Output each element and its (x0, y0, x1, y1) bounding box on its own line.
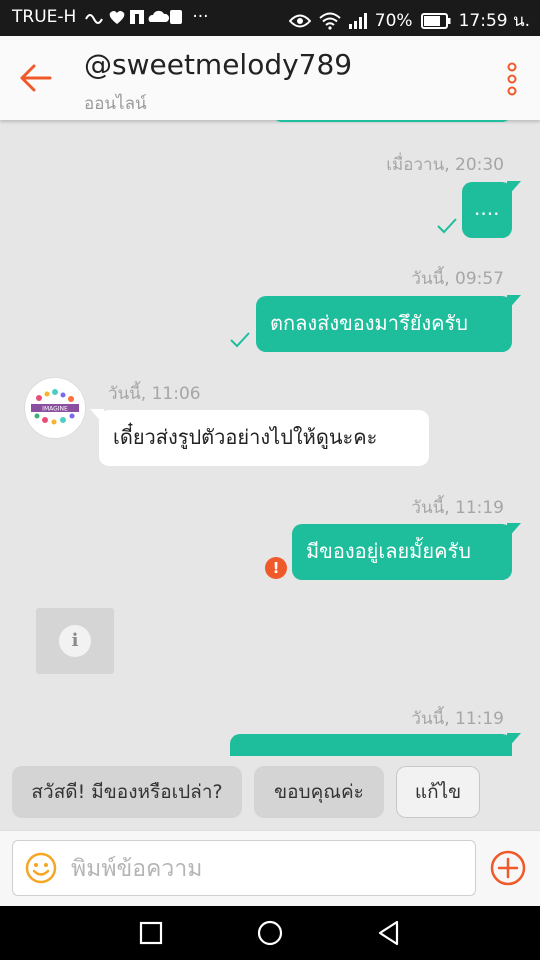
arrow-left-icon[interactable] (18, 60, 54, 96)
message-timestamp: วันนี้, 11:19 (411, 709, 504, 729)
carrier-label: TRUE-H (12, 7, 77, 27)
read-check-icon (230, 332, 250, 348)
message-timestamp: วันนี้, 09:57 (411, 269, 504, 289)
recent-apps-icon[interactable] (136, 918, 166, 948)
quick-reply-greeting[interactable]: สวัสดี! มีของหรือเปล่า? (12, 766, 242, 818)
system-nav-bar (0, 906, 540, 960)
wifi-icon (319, 12, 341, 30)
composer-bar (0, 830, 540, 907)
message-bubble-outgoing[interactable]: มีของอยู่เลยมั้ยครับ (292, 523, 521, 580)
contact-name: @sweetmelody789 (84, 48, 353, 81)
message-bubble-outgoing[interactable] (230, 733, 521, 756)
avatar-logo-text: IMAGINE (42, 406, 68, 413)
online-status: ออนไลน์ (84, 94, 147, 114)
message-field[interactable] (12, 840, 476, 896)
plus-circle-icon[interactable] (490, 850, 526, 886)
previous-message-bubble[interactable] (272, 120, 512, 122)
message-timestamp: วันนี้, 11:06 (108, 384, 201, 404)
message-input[interactable] (69, 851, 463, 887)
back-nav-icon[interactable] (374, 918, 404, 948)
quick-replies: สวัสดี! มีของหรือเปล่า? ขอบคุณค่ะ แก้ไข (0, 756, 540, 830)
eye-icon (288, 13, 311, 29)
status-bar: TRUE-H ··· 70% 17:59 น. (0, 0, 540, 36)
chat-header: @sweetmelody789 ออนไลน์ (0, 36, 540, 120)
message-bubble-outgoing[interactable]: .... (462, 181, 521, 238)
info-icon: i (59, 625, 91, 657)
notification-icons (84, 7, 184, 27)
battery-icon (420, 12, 451, 29)
more-vertical-icon[interactable] (506, 62, 518, 96)
more-notifications-icon: ··· (192, 7, 209, 27)
message-list[interactable]: เมื่อวาน, 20:30 .... วันนี้, 09:57 ตกลงส… (0, 120, 540, 756)
home-icon[interactable] (255, 918, 285, 948)
quick-reply-thanks[interactable]: ขอบคุณค่ะ (254, 766, 384, 818)
send-failed-icon[interactable]: ! (265, 557, 287, 579)
battery-percent: 70% (374, 10, 413, 31)
read-check-icon (437, 218, 457, 234)
image-placeholder[interactable]: i (36, 608, 114, 674)
avatar[interactable]: IMAGINE (24, 377, 86, 439)
smile-icon[interactable] (25, 852, 57, 884)
message-timestamp: เมื่อวาน, 20:30 (386, 155, 504, 175)
clock: 17:59 น. (458, 11, 530, 31)
message-timestamp: วันนี้, 11:19 (411, 498, 504, 518)
quick-reply-edit[interactable]: แก้ไข (396, 766, 480, 818)
signal-icon (348, 12, 367, 29)
message-bubble-incoming[interactable]: เดี๋ยวส่งรูปตัวอย่างไปให้ดูนะคะ (90, 409, 429, 466)
message-bubble-outgoing[interactable]: ตกลงส่งของมารึยังครับ (256, 295, 521, 352)
